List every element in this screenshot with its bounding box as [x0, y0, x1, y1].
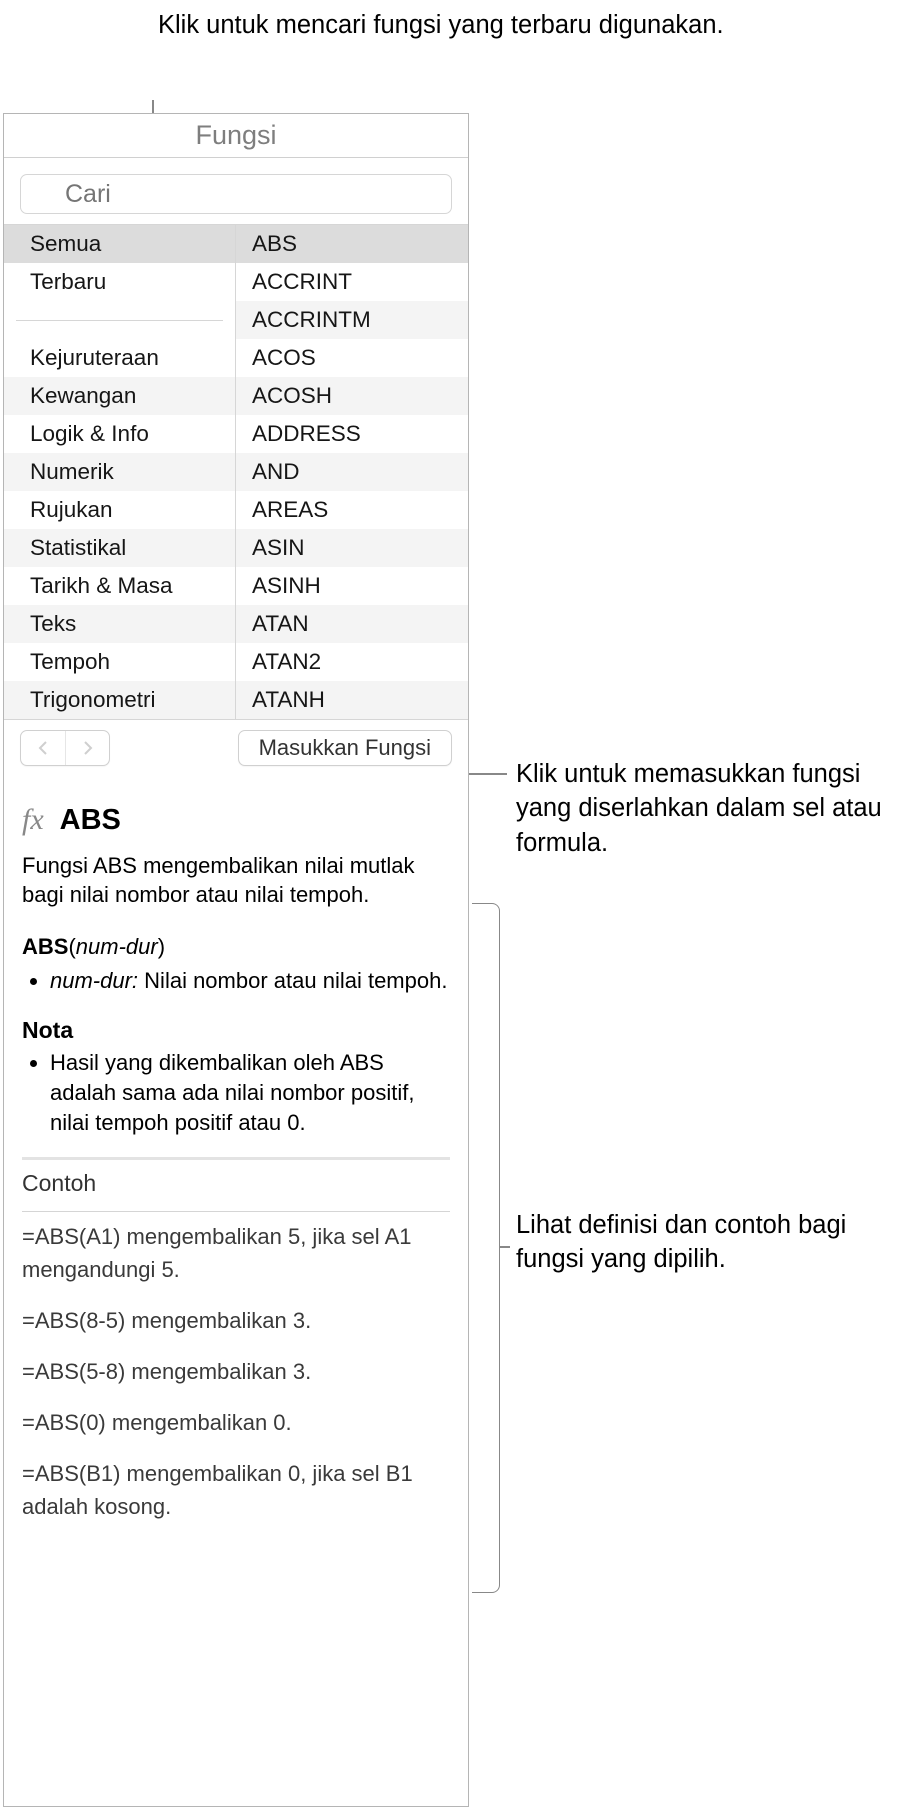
examples-list: =ABS(A1) mengembalikan 5, jika sel A1 me…: [22, 1220, 450, 1523]
lists-container: SemuaTerbaru KejuruteraanKewanganLogik & …: [4, 224, 468, 720]
function-item[interactable]: ASIN: [236, 529, 468, 567]
search-input[interactable]: [20, 174, 452, 214]
function-item[interactable]: ATANH: [236, 681, 468, 719]
example-line: =ABS(B1) mengembalikan 0, jika sel B1 ad…: [22, 1457, 450, 1523]
notes-heading: Nota: [22, 1015, 450, 1046]
category-item[interactable]: Kejuruteraan: [4, 339, 235, 377]
callout-definition: Lihat definisi dan contoh bagi fungsi ya…: [516, 1208, 907, 1277]
insert-function-button[interactable]: Masukkan Fungsi: [238, 730, 452, 766]
param-desc: Nilai nombor atau nilai tempoh.: [144, 968, 447, 993]
example-line: =ABS(8-5) mengembalikan 3.: [22, 1304, 450, 1337]
function-detail: fx ABS Fungsi ABS mengembalikan nilai mu…: [4, 780, 468, 1523]
function-item[interactable]: ATAN2: [236, 643, 468, 681]
chevron-left-icon: [37, 740, 49, 756]
note-item: Hasil yang dikembalikan oleh ABS adalah …: [50, 1048, 450, 1137]
chevron-right-icon: [82, 740, 94, 756]
category-list[interactable]: SemuaTerbaru KejuruteraanKewanganLogik & …: [4, 225, 236, 719]
callout-insert-function: Klik untuk memasukkan fungsi yang diserl…: [516, 757, 907, 860]
function-item[interactable]: ABS: [236, 225, 468, 263]
callout-line: [465, 773, 507, 775]
function-item[interactable]: AND: [236, 453, 468, 491]
function-list[interactable]: ABSACCRINTACCRINTMACOSACOSHADDRESSANDARE…: [236, 225, 468, 719]
example-line: =ABS(5-8) mengembalikan 3.: [22, 1355, 450, 1388]
category-item[interactable]: Trigonometri: [4, 681, 235, 719]
category-item[interactable]: Logik & Info: [4, 415, 235, 453]
section-divider: [22, 1157, 450, 1160]
category-item[interactable]: Rujukan: [4, 491, 235, 529]
example-line: =ABS(A1) mengembalikan 5, jika sel A1 me…: [22, 1220, 450, 1286]
category-item[interactable]: Tempoh: [4, 643, 235, 681]
section-divider: [22, 1211, 450, 1212]
syntax-arg: num-dur: [76, 934, 158, 959]
category-item[interactable]: Teks: [4, 605, 235, 643]
function-syntax: ABS(num-dur): [22, 932, 450, 962]
example-line: =ABS(0) mengembalikan 0.: [22, 1406, 450, 1439]
function-item[interactable]: ACCRINTM: [236, 301, 468, 339]
syntax-fn-name: ABS: [22, 934, 68, 959]
category-item[interactable]: Terbaru: [4, 263, 235, 301]
function-item[interactable]: ATAN: [236, 605, 468, 643]
param-item: num-dur: Nilai nombor atau nilai tempoh.: [50, 966, 450, 996]
function-description: Fungsi ABS mengembalikan nilai mutlak ba…: [22, 851, 450, 910]
panel-title: Fungsi: [4, 114, 468, 158]
functions-panel: Fungsi SemuaTerbaru KejuruteraanKewanganL…: [3, 113, 469, 1807]
callout-bracket: [472, 903, 500, 1593]
function-item[interactable]: ASINH: [236, 567, 468, 605]
function-item[interactable]: ACOSH: [236, 377, 468, 415]
function-item[interactable]: ACOS: [236, 339, 468, 377]
callout-search-recent: Klik untuk mencari fungsi yang terbaru d…: [158, 8, 724, 42]
fx-symbol-icon: fx: [22, 800, 44, 841]
category-separator: [4, 301, 235, 339]
category-item[interactable]: Kewangan: [4, 377, 235, 415]
function-name-heading: ABS: [60, 801, 121, 840]
category-item[interactable]: Numerik: [4, 453, 235, 491]
examples-heading: Contoh: [22, 1168, 450, 1199]
nav-forward-button[interactable]: [65, 731, 109, 765]
history-nav-segment: [20, 730, 110, 766]
function-item[interactable]: AREAS: [236, 491, 468, 529]
toolbar: Masukkan Fungsi: [4, 720, 468, 780]
category-item[interactable]: Semua: [4, 225, 235, 263]
function-item[interactable]: ACCRINT: [236, 263, 468, 301]
nav-back-button[interactable]: [21, 731, 65, 765]
callout-line: [500, 1246, 510, 1248]
param-name: num-dur:: [50, 968, 138, 993]
function-item[interactable]: ADDRESS: [236, 415, 468, 453]
category-item[interactable]: Tarikh & Masa: [4, 567, 235, 605]
category-item[interactable]: Statistikal: [4, 529, 235, 567]
